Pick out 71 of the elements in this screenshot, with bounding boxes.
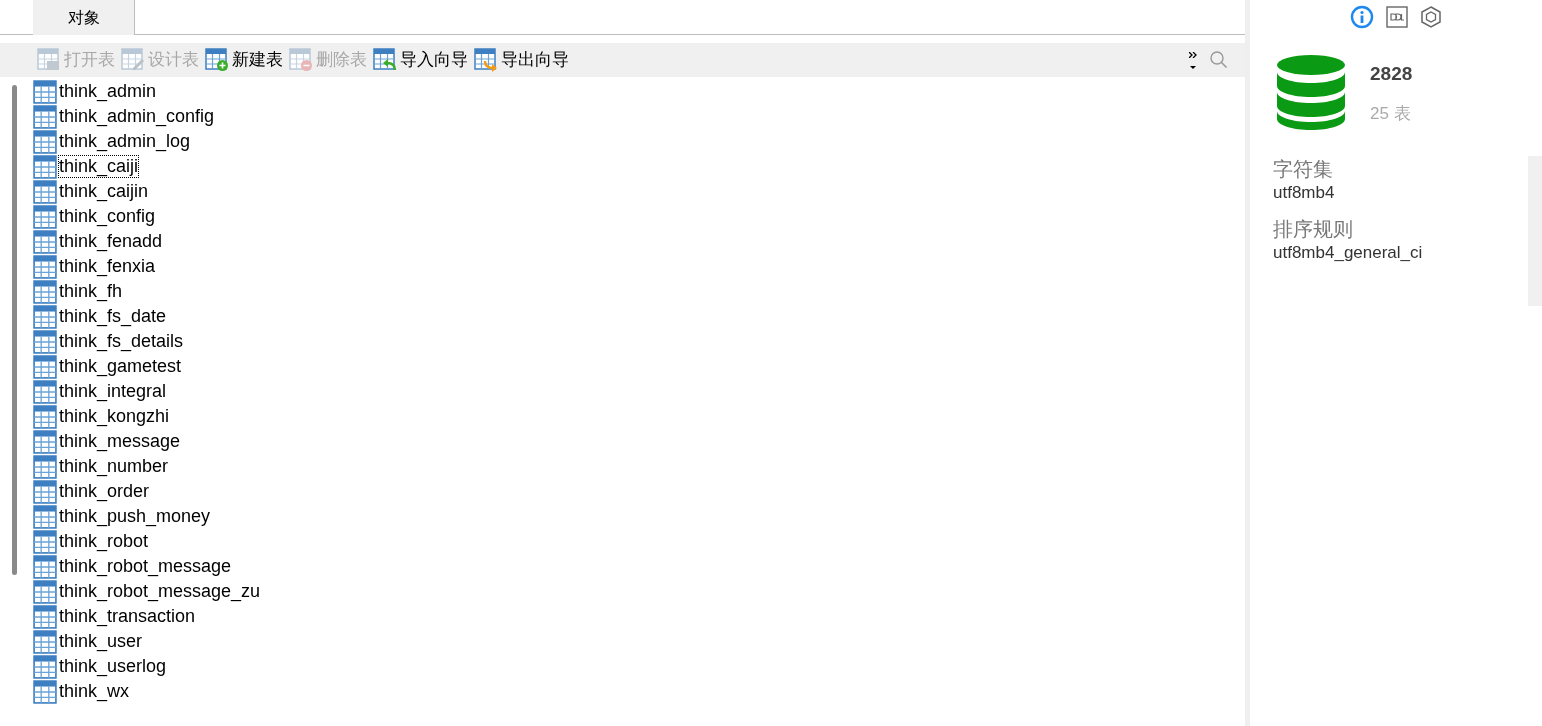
table-icon: [33, 554, 57, 579]
more-icon[interactable]: [1189, 51, 1197, 69]
table-icon: [33, 479, 57, 504]
info-icon[interactable]: [1350, 5, 1374, 29]
ddl-icon[interactable]: [1386, 6, 1408, 28]
table-item[interactable]: think_fenadd: [59, 231, 163, 252]
table-icon: [33, 454, 57, 479]
table-icon: [33, 179, 57, 204]
table-plus-icon: [205, 48, 229, 72]
database-name: 2828: [1370, 62, 1413, 86]
table-icon: [33, 604, 57, 629]
table-icon: [33, 529, 57, 554]
table-item[interactable]: think_robot_message_zu: [59, 581, 261, 602]
table-item[interactable]: think_push_money: [59, 506, 211, 527]
table-item[interactable]: think_integral: [59, 381, 167, 402]
table-icon: [33, 404, 57, 429]
table-icon: [33, 304, 57, 329]
table-item[interactable]: think_caiji: [59, 156, 139, 177]
new-table-button[interactable]: 新建表: [205, 47, 283, 73]
table-icon: [33, 104, 57, 129]
table-item[interactable]: think_fs_date: [59, 306, 167, 327]
table-icon: [33, 429, 57, 454]
table-item[interactable]: think_transaction: [59, 606, 196, 627]
table-icon: [33, 329, 57, 354]
field-label: 字符集: [1273, 157, 1334, 182]
table-icon: [33, 379, 57, 404]
table-item[interactable]: think_admin: [59, 81, 157, 102]
table-icon: [33, 679, 57, 704]
table-item[interactable]: think_user: [59, 631, 143, 652]
search-icon[interactable]: [1209, 50, 1229, 70]
table-pencil-icon: [121, 48, 145, 72]
table-item[interactable]: think_caijin: [59, 181, 149, 202]
table-icon: [33, 129, 57, 154]
table-icon: [33, 204, 57, 229]
table-item[interactable]: think_kongzhi: [59, 406, 170, 427]
table-icon: [33, 154, 57, 179]
table-icon: [33, 79, 57, 104]
table-item[interactable]: think_admin_log: [59, 131, 191, 152]
export-wizard-button[interactable]: 导出向导: [474, 47, 569, 73]
field-label: 排序规则: [1273, 217, 1354, 242]
table-icon: [33, 354, 57, 379]
table-count: 25 表: [1370, 102, 1412, 125]
table-item[interactable]: think_fs_details: [59, 331, 184, 352]
table-icon: [33, 279, 57, 304]
table-item[interactable]: think_wx: [59, 681, 130, 702]
field-value: utf8mb4_general_ci: [1273, 242, 1424, 264]
table-item[interactable]: think_admin_config: [59, 106, 215, 127]
table-icon: [33, 629, 57, 654]
table-item[interactable]: think_userlog: [59, 656, 167, 677]
table-icon: [33, 654, 57, 679]
table-icon: [33, 229, 57, 254]
table-item[interactable]: think_robot_message: [59, 556, 232, 577]
table-item[interactable]: think_robot: [59, 531, 149, 552]
table-folder-icon: [37, 48, 61, 72]
table-item[interactable]: think_message: [59, 431, 181, 452]
table-item[interactable]: think_gametest: [59, 356, 182, 377]
table-item[interactable]: think_number: [59, 456, 169, 477]
import-wizard-button[interactable]: 导入向导: [373, 47, 468, 73]
table-icon: [33, 254, 57, 279]
scrollbar[interactable]: [12, 85, 17, 575]
objects-tab[interactable]: 对象: [33, 0, 135, 35]
database-icon: [1276, 54, 1346, 130]
table-icon: [33, 579, 57, 604]
field-value: utf8mb4: [1273, 182, 1336, 204]
table-item[interactable]: think_config: [59, 206, 156, 227]
table-item[interactable]: think_fenxia: [59, 256, 156, 277]
table-item[interactable]: think_fh: [59, 281, 123, 302]
table-icon: [33, 504, 57, 529]
table-minus-icon: [289, 48, 313, 72]
table-item[interactable]: think_order: [59, 481, 150, 502]
hexagon-icon[interactable]: [1420, 6, 1442, 28]
